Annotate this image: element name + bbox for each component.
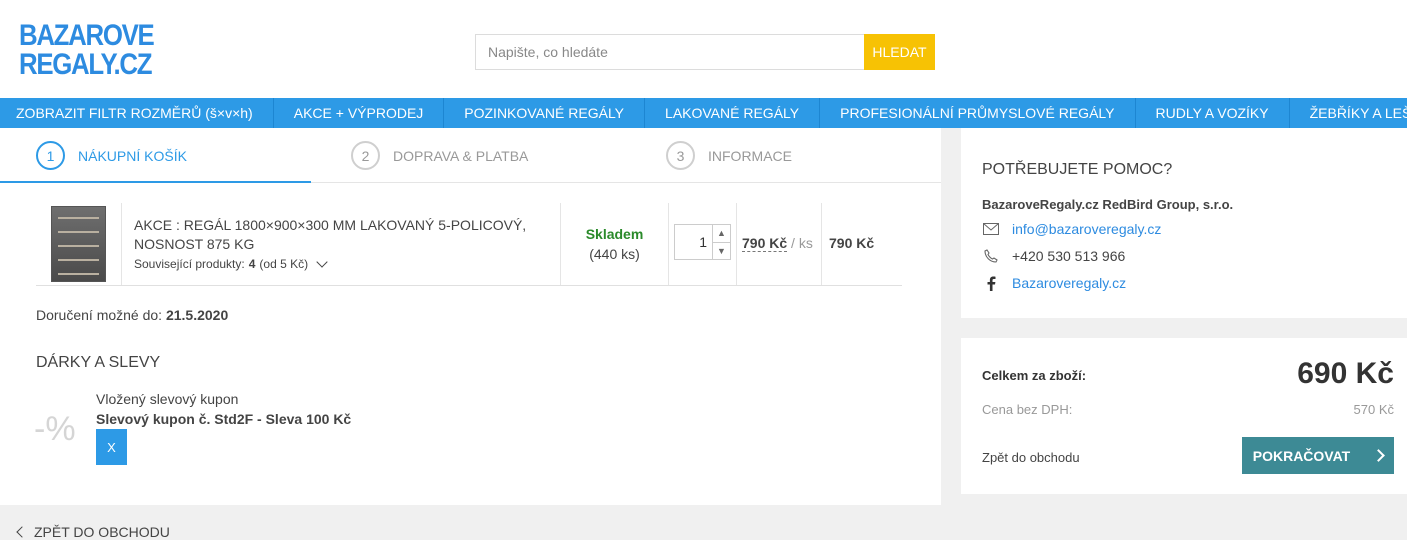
step-label: DOPRAVA & PLATBA	[393, 147, 529, 164]
step-number: 3	[666, 141, 695, 170]
related-products-toggle[interactable]: Související produkty: 4 (od 5 Kč)	[134, 256, 548, 271]
facebook-icon	[982, 276, 1000, 291]
site-logo[interactable]: BAZAROVE REGALY.CZ	[19, 19, 155, 81]
step-label: INFORMACE	[708, 147, 792, 164]
remove-coupon-button[interactable]: X	[96, 429, 127, 465]
total-label: Celkem za zboží:	[982, 368, 1087, 383]
nav-item-trolleys[interactable]: RUDLY A VOZÍKY	[1136, 98, 1290, 128]
product-image[interactable]	[51, 206, 106, 282]
help-panel: POTŘEBUJETE POMOC? BazaroveRegaly.cz Red…	[961, 128, 1407, 318]
quantity-arrows: ▲ ▼	[712, 225, 730, 259]
search-input[interactable]	[475, 34, 864, 70]
step-number: 2	[351, 141, 380, 170]
unit-price-cell: 790 Kč / ks	[737, 203, 822, 285]
stock-count: (440 ks)	[589, 246, 640, 262]
help-title: POTŘEBUJETE POMOC?	[982, 161, 1173, 178]
checkout-steps: 1 NÁKUPNÍ KOŠÍK 2 DOPRAVA & PLATBA 3 INF…	[0, 128, 941, 183]
quantity-cell: ▲ ▼	[669, 203, 737, 285]
continue-label: POKRAČOVAT	[1252, 447, 1351, 464]
discount-percent-icon: -%	[34, 410, 76, 448]
search-button[interactable]: HLEDAT	[864, 34, 935, 70]
related-label: Související produkty:	[134, 257, 245, 271]
quantity-stepper: ▲ ▼	[674, 224, 731, 260]
related-suffix: (od 5 Kč)	[259, 257, 309, 271]
nav-item-galvanized-shelves[interactable]: POZINKOVANÉ REGÁLY	[444, 98, 646, 128]
active-step-underline	[0, 181, 311, 183]
coupon-label: Vložený slevový kupon	[96, 391, 239, 407]
delivery-date: Doručení možné do: 21.5.2020	[36, 307, 228, 323]
continue-button[interactable]: POKRAČOVAT	[1242, 437, 1394, 474]
increment-icon[interactable]: ▲	[713, 225, 730, 243]
main-navigation: ZOBRAZIT FILTR ROZMĚRŮ (š×v×h) AKCE + VÝ…	[0, 98, 1407, 128]
nav-item-painted-shelves[interactable]: LAKOVANÉ REGÁLY	[645, 98, 821, 128]
site-header: BAZAROVE REGALY.CZ HLEDAT	[0, 0, 1407, 98]
price-without-vat: 570 Kč	[1353, 402, 1394, 417]
phone-icon	[982, 249, 1000, 263]
company-name: BazaroveRegaly.cz RedBird Group, s.r.o.	[982, 197, 1234, 212]
step-information[interactable]: 3 INFORMACE	[666, 128, 792, 183]
quantity-input[interactable]	[675, 225, 712, 259]
back-to-shop-button[interactable]: Zpět do obchodu	[982, 450, 1080, 465]
price-without-vat-label: Cena bez DPH:	[982, 402, 1073, 417]
back-to-shop-label: ZPĚT DO OBCHODU	[34, 524, 170, 540]
coupon-name: Slevový kupon č. Std2F - Sleva 100 Kč	[96, 411, 352, 427]
step-number: 1	[36, 141, 65, 170]
product-name[interactable]: AKCE : REGÁL 1800×900×300 MM LAKOVANÝ 5-…	[134, 216, 548, 254]
step-shipping[interactable]: 2 DOPRAVA & PLATBA	[351, 128, 528, 183]
decrement-icon[interactable]: ▼	[713, 243, 730, 260]
chevron-right-icon	[1372, 449, 1386, 462]
stock-status: Skladem	[585, 226, 644, 242]
order-summary: Celkem za zboží: 690 Kč Cena bez DPH: 57…	[961, 338, 1407, 494]
delivery-date-value: 21.5.2020	[165, 307, 229, 323]
unit-suffix: / ks	[791, 235, 813, 251]
nav-item-sale[interactable]: AKCE + VÝPRODEJ	[274, 98, 445, 128]
cart-panel: 1 NÁKUPNÍ KOŠÍK 2 DOPRAVA & PLATBA 3 INF…	[0, 128, 941, 505]
logo-line-1: BAZAROVE	[19, 19, 155, 52]
gifts-section-title: DÁRKY A SLEVY	[36, 354, 161, 371]
total-price: 690 Kč	[1297, 357, 1394, 390]
delivery-label: Doručení možné do:	[36, 307, 163, 323]
line-total: 790 Kč	[829, 235, 875, 251]
nav-item-ladders[interactable]: ŽEBŘÍKY A LEŠENÍ	[1290, 98, 1407, 128]
back-to-shop-link[interactable]: ZPĚT DO OBCHODU	[16, 524, 170, 540]
product-thumbnail-cell	[36, 203, 122, 285]
nav-item-dimension-filter[interactable]: ZOBRAZIT FILTR ROZMĚRŮ (š×v×h)	[0, 98, 274, 128]
chevron-left-icon	[16, 526, 28, 538]
related-count: 4	[248, 257, 256, 271]
logo-line-2: REGALY.CZ	[19, 48, 153, 81]
product-name-line-2: NOSNOST 875 KG	[134, 236, 255, 252]
product-info-cell: AKCE : REGÁL 1800×900×300 MM LAKOVANÝ 5-…	[122, 203, 561, 285]
stock-cell: Skladem (440 ks)	[561, 203, 669, 285]
product-name-line-1: AKCE : REGÁL 1800×900×300 MM LAKOVANÝ 5-…	[134, 217, 527, 233]
step-cart[interactable]: 1 NÁKUPNÍ KOŠÍK	[36, 128, 187, 183]
mail-icon	[982, 223, 1000, 235]
nav-item-industrial-shelves[interactable]: PROFESIONÁLNÍ PRŮMYSLOVÉ REGÁLY	[820, 98, 1136, 128]
facebook-link[interactable]: Bazaroveregaly.cz	[1012, 275, 1126, 291]
unit-price: 790 Kč	[742, 235, 788, 252]
help-facebook: Bazaroveregaly.cz	[982, 275, 1126, 291]
email-link[interactable]: info@bazaroveregaly.cz	[1012, 221, 1161, 237]
cart-item-row: AKCE : REGÁL 1800×900×300 MM LAKOVANÝ 5-…	[36, 203, 902, 286]
step-label: NÁKUPNÍ KOŠÍK	[78, 147, 187, 164]
search-bar: HLEDAT	[475, 34, 935, 70]
chevron-down-icon	[316, 256, 328, 268]
help-phone: +420 530 513 966	[982, 248, 1125, 264]
phone-number: +420 530 513 966	[1012, 248, 1126, 264]
help-email: info@bazaroveregaly.cz	[982, 221, 1161, 237]
